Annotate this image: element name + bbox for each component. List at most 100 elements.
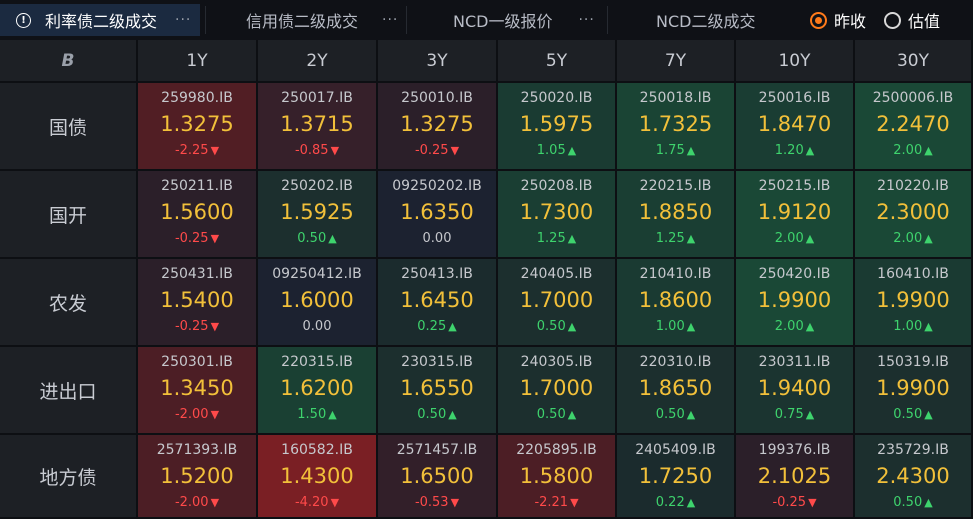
bond-change: -4.20 ▼ — [295, 495, 339, 510]
bond-cell[interactable]: 235729.IB 2.4300 0.50 ▲ — [855, 435, 971, 517]
column-header-30y[interactable]: 30Y — [855, 40, 971, 81]
change-value: -2.25 — [174, 143, 209, 158]
bond-change: -0.25 ▼ — [175, 319, 219, 334]
bond-change: 0.22 ▲ — [656, 495, 695, 510]
tab-label: NCD一级报价 — [453, 12, 553, 31]
bond-cell[interactable]: 240405.IB 1.7000 0.50 ▲ — [498, 259, 615, 345]
bond-cell[interactable]: 250020.IB 1.5975 1.05 ▲ — [498, 83, 615, 169]
column-header-1y[interactable]: 1Y — [138, 40, 256, 81]
bond-code: 210410.IB — [639, 266, 712, 282]
bond-code: 250010.IB — [401, 90, 473, 106]
bond-cell[interactable]: 250215.IB 1.9120 2.00 ▲ — [736, 171, 853, 257]
bond-change: -0.25 ▼ — [415, 143, 459, 158]
tab-ncd-secondary[interactable]: NCD二级成交 — [608, 4, 798, 36]
row-label[interactable]: 进出口 — [0, 347, 136, 433]
more-icon[interactable]: ··· — [578, 12, 594, 28]
radio-valuation[interactable]: 估值 — [884, 8, 940, 32]
bond-code: 160410.IB — [877, 266, 949, 282]
bond-cell[interactable]: 250208.IB 1.7300 1.25 ▲ — [498, 171, 615, 257]
corner-cell: B — [0, 40, 136, 81]
bond-code: 250020.IB — [520, 90, 593, 106]
arrow-up-icon: ▲ — [567, 408, 577, 421]
bond-cell[interactable]: 250202.IB 1.5925 0.50 ▲ — [258, 171, 376, 257]
bond-cell[interactable]: 250301.IB 1.3450 -2.00 ▼ — [138, 347, 256, 433]
tab-rate-bond-secondary[interactable]: ! 利率债二级成交 ··· — [0, 4, 200, 36]
bond-cell[interactable]: 210410.IB 1.8600 1.00 ▲ — [617, 259, 734, 345]
bond-cell[interactable]: 250010.IB 1.3275 -0.25 ▼ — [378, 83, 496, 169]
bond-code: 235729.IB — [877, 442, 949, 458]
bond-cell[interactable]: 250018.IB 1.7325 1.75 ▲ — [617, 83, 734, 169]
bond-cell[interactable]: 2500006.IB 2.2470 2.00 ▲ — [855, 83, 971, 169]
bond-code: 230311.IB — [758, 354, 831, 370]
bond-cell[interactable]: 220315.IB 1.6200 1.50 ▲ — [258, 347, 376, 433]
bond-change: 1.05 ▲ — [537, 143, 576, 158]
bond-cell[interactable]: 259980.IB 1.3275 -2.25 ▼ — [138, 83, 256, 169]
bond-cell[interactable]: 230315.IB 1.6550 0.50 ▲ — [378, 347, 496, 433]
column-header-5y[interactable]: 5Y — [498, 40, 615, 81]
bond-yield: 1.6000 — [280, 288, 354, 312]
bond-cell[interactable]: 150319.IB 1.9900 0.50 ▲ — [855, 347, 971, 433]
bond-cell[interactable]: 250211.IB 1.5600 -0.25 ▼ — [138, 171, 256, 257]
bond-cell[interactable]: 160582.IB 1.4300 -4.20 ▼ — [258, 435, 376, 517]
bond-cell[interactable]: 250016.IB 1.8470 1.20 ▲ — [736, 83, 853, 169]
column-header-10y[interactable]: 10Y — [736, 40, 853, 81]
bond-cell[interactable]: 240305.IB 1.7000 0.50 ▲ — [498, 347, 615, 433]
bond-cell[interactable]: 160410.IB 1.9900 1.00 ▲ — [855, 259, 971, 345]
tab-credit-bond-secondary[interactable]: 信用债二级成交 ··· — [206, 4, 406, 36]
bond-cell[interactable]: 09250202.IB 1.6350 0.00 — [378, 171, 496, 257]
bond-code: 2571457.IB — [396, 442, 478, 458]
tab-ncd-primary-quote[interactable]: NCD一级报价 ··· — [407, 4, 607, 36]
change-value: 2.00 — [774, 319, 804, 334]
arrow-up-icon: ▲ — [448, 320, 457, 333]
bond-change: 0.50 ▲ — [893, 495, 932, 510]
bond-change: -2.25 ▼ — [175, 143, 219, 158]
arrow-up-icon: ▲ — [805, 320, 815, 333]
radio-unchecked-icon[interactable] — [884, 11, 901, 29]
radio-checked-icon[interactable] — [810, 11, 827, 29]
bond-cell[interactable]: 210220.IB 2.3000 2.00 ▲ — [855, 171, 971, 257]
bond-change: 0.50 ▲ — [537, 319, 576, 334]
column-header-3y[interactable]: 3Y — [378, 40, 496, 81]
bond-cell[interactable]: 250413.IB 1.6450 0.25 ▲ — [378, 259, 496, 345]
bond-cell[interactable]: 250017.IB 1.3715 -0.85 ▼ — [258, 83, 376, 169]
bond-code: 250301.IB — [161, 354, 233, 370]
row-label[interactable]: 国开 — [0, 171, 136, 257]
bond-yield: 1.3275 — [400, 112, 474, 136]
bond-yield: 1.5600 — [160, 200, 234, 224]
row-label[interactable]: 地方债 — [0, 435, 136, 517]
bond-cell[interactable]: 09250412.IB 1.6000 0.00 — [258, 259, 376, 345]
bond-cell[interactable]: 2405409.IB 1.7250 0.22 ▲ — [617, 435, 734, 517]
bond-change: 1.00 ▲ — [893, 319, 932, 334]
row-label[interactable]: 国债 — [0, 83, 136, 169]
bond-cell[interactable]: 230311.IB 1.9400 0.75 ▲ — [736, 347, 853, 433]
bond-yield: 1.8600 — [638, 288, 713, 312]
radio-prev-close[interactable]: 昨收 — [810, 8, 866, 32]
bond-cell[interactable]: 2571393.IB 1.5200 -2.00 ▼ — [138, 435, 256, 517]
bond-cell[interactable]: 220310.IB 1.8650 0.50 ▲ — [617, 347, 734, 433]
bond-code: 220315.IB — [281, 354, 353, 370]
arrow-down-icon: ▼ — [210, 232, 220, 245]
bond-cell[interactable]: 2205895.IB 1.5800 -2.21 ▼ — [498, 435, 615, 517]
bond-cell[interactable]: 250431.IB 1.5400 -0.25 ▼ — [138, 259, 256, 345]
bond-code: 250420.IB — [758, 266, 831, 282]
change-value: 1.25 — [655, 231, 685, 246]
row-label[interactable]: 农发 — [0, 259, 136, 345]
bond-change: 1.25 ▲ — [656, 231, 695, 246]
change-value: 2.00 — [893, 231, 923, 246]
bond-cell[interactable]: 2571457.IB 1.6500 -0.53 ▼ — [378, 435, 496, 517]
bond-yield: 1.9900 — [876, 376, 950, 400]
info-icon[interactable]: ! — [16, 12, 31, 28]
bond-code: 240305.IB — [520, 354, 593, 370]
bond-cell[interactable]: 220215.IB 1.8850 1.25 ▲ — [617, 171, 734, 257]
bond-yield: 1.8650 — [638, 376, 713, 400]
more-icon[interactable]: ··· — [175, 12, 191, 28]
bond-cell[interactable]: 250420.IB 1.9900 2.00 ▲ — [736, 259, 853, 345]
more-icon[interactable]: ··· — [382, 12, 398, 28]
bond-yield: 1.7325 — [638, 112, 713, 136]
change-value: 0.00 — [302, 319, 332, 334]
column-header-2y[interactable]: 2Y — [258, 40, 376, 81]
bond-cell[interactable]: 199376.IB 2.1025 -0.25 ▼ — [736, 435, 853, 517]
column-header-7y[interactable]: 7Y — [617, 40, 734, 81]
bond-yield: 1.7000 — [519, 376, 594, 400]
arrow-up-icon: ▲ — [686, 320, 696, 333]
